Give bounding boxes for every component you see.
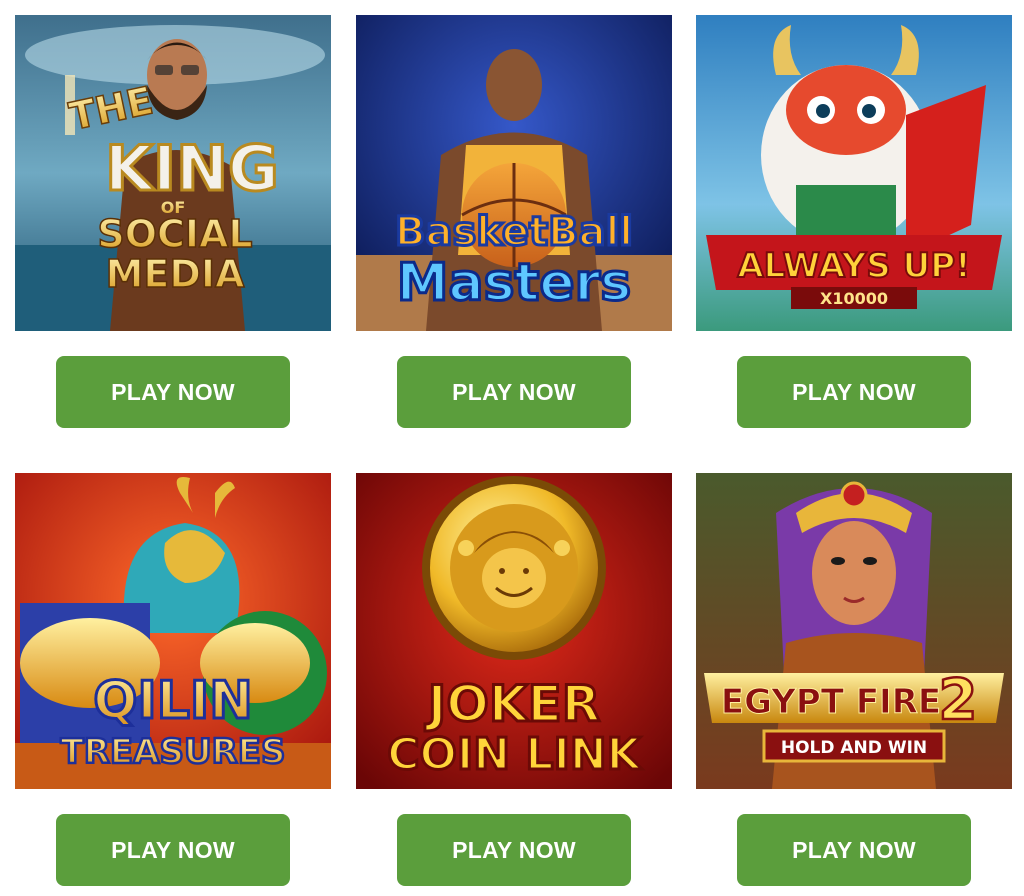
- title-line-4: SOCIAL: [97, 212, 252, 256]
- game-thumbnail[interactable]: QILIN TREASURES: [15, 473, 331, 789]
- play-now-button[interactable]: PLAY NOW: [397, 814, 631, 886]
- play-now-button[interactable]: PLAY NOW: [737, 356, 971, 428]
- title-line-1: QILIN: [93, 671, 253, 731]
- game-thumbnail[interactable]: BasketBall Masters: [356, 15, 672, 331]
- basketball-masters-artwork: BasketBall Masters: [356, 15, 672, 331]
- play-now-button[interactable]: PLAY NOW: [397, 356, 631, 428]
- always-up-artwork: ALWAYS UP! X10000: [696, 15, 1012, 331]
- game-thumbnail[interactable]: ALWAYS UP! X10000: [696, 15, 1012, 331]
- title-line-2: Masters: [397, 253, 632, 313]
- game-thumbnail[interactable]: JOKER COIN LINK: [356, 473, 672, 789]
- game-thumbnail[interactable]: THE KING OF SOCIAL MEDIA: [15, 15, 331, 331]
- title-line-2: KING: [105, 132, 279, 205]
- play-now-button[interactable]: PLAY NOW: [56, 814, 290, 886]
- title-line-1: BasketBall: [395, 209, 633, 255]
- title-line-2: 2: [939, 668, 978, 733]
- title-line-5: MEDIA: [106, 252, 245, 296]
- title-line-2: TREASURES: [61, 732, 286, 772]
- title-line-3: HOLD AND WIN: [781, 738, 927, 758]
- title-line-1: EGYPT FIRE: [721, 682, 941, 722]
- title-line-1: JOKER: [425, 675, 601, 733]
- play-now-button[interactable]: PLAY NOW: [56, 356, 290, 428]
- joker-coin-link-artwork: JOKER COIN LINK: [356, 473, 672, 789]
- title-line-1: ALWAYS UP!: [737, 246, 970, 286]
- play-now-button[interactable]: PLAY NOW: [737, 814, 971, 886]
- title-line-2: X10000: [820, 289, 888, 308]
- egypt-fire-2-artwork: EGYPT FIRE 2 HOLD AND WIN: [696, 473, 1012, 789]
- qilin-treasures-artwork: QILIN TREASURES: [15, 473, 331, 789]
- game-thumbnail[interactable]: EGYPT FIRE 2 HOLD AND WIN: [696, 473, 1012, 789]
- king-social-media-artwork: THE KING OF SOCIAL MEDIA: [15, 15, 331, 331]
- title-line-2: COIN LINK: [387, 729, 642, 780]
